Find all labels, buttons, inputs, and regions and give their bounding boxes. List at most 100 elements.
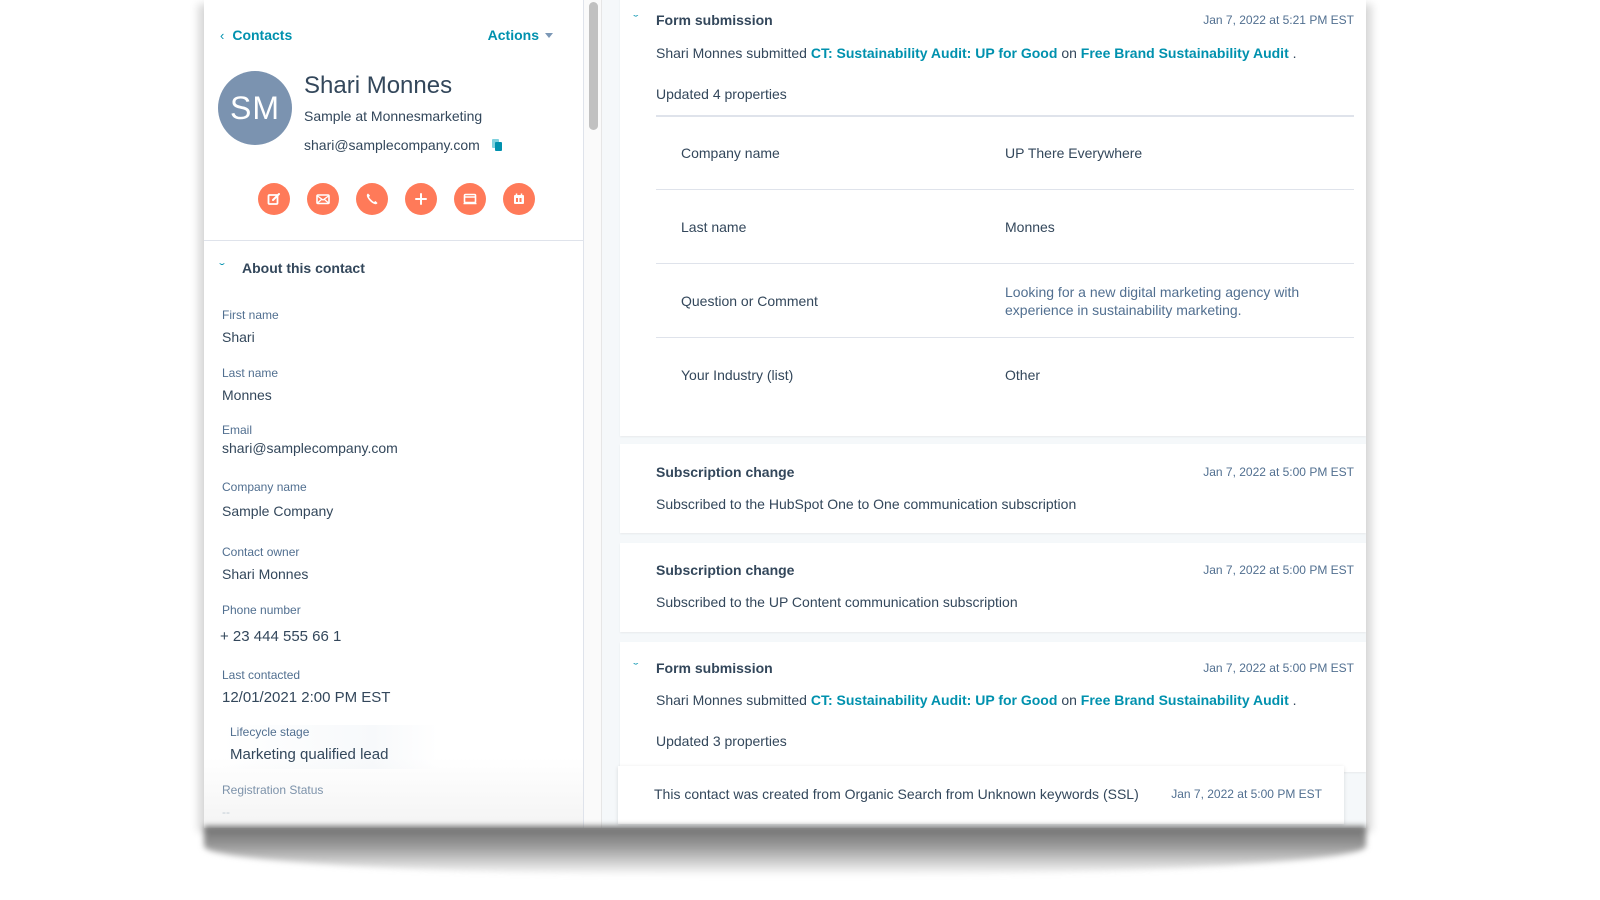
card-timestamp: Jan 7, 2022 at 5:00 PM EST xyxy=(1203,563,1354,577)
about-section-toggle[interactable]: ˇ About this contact xyxy=(219,260,365,276)
property-label: Last contacted xyxy=(222,668,301,682)
property-last-contacted[interactable]: Last contacted 12/01/2021 2:00 PM EST xyxy=(222,668,390,706)
property-label: Company name xyxy=(222,480,307,494)
email-button[interactable] xyxy=(307,183,339,215)
scrollbar-thumb[interactable] xyxy=(589,2,598,130)
card-description: Subscribed to the HubSpot One to One com… xyxy=(656,496,1077,512)
email-icon xyxy=(316,194,330,205)
property-label: Last name xyxy=(222,366,279,380)
card-title: Form submission xyxy=(656,12,773,28)
calendar-icon xyxy=(514,193,524,204)
table-row: Last name Monnes xyxy=(656,189,1354,263)
card-description: Shari Monnes submitted CT: Sustainabilit… xyxy=(656,45,1354,61)
property-label: Contact owner xyxy=(222,545,300,559)
card-timestamp: Jan 7, 2022 at 5:00 PM EST xyxy=(1203,465,1354,479)
back-to-contacts-link[interactable]: ‹ Contacts xyxy=(220,27,292,43)
card-header: Form submission Jan 7, 2022 at 5:00 PM E… xyxy=(656,660,1354,676)
property-label: Registration Status xyxy=(222,783,324,797)
submitter-text: Shari Monnes submitted xyxy=(656,45,807,61)
updated-properties-table: Company name UP There Everywhere Last na… xyxy=(656,115,1354,411)
card-description: Subscribed to the UP Content communicati… xyxy=(656,594,1018,610)
phone-icon xyxy=(366,193,378,205)
screen-icon xyxy=(463,193,477,205)
property-value: 12/01/2021 2:00 PM EST xyxy=(222,689,391,706)
contact-name: Shari Monnes xyxy=(304,72,453,99)
period-text: . xyxy=(1292,692,1297,708)
task-button[interactable] xyxy=(454,183,486,215)
property-value: Marketing qualified lead xyxy=(230,746,389,763)
property-label: First name xyxy=(222,308,279,322)
timeline-card-subscription-change: Subscription change Jan 7, 2022 at 5:00 … xyxy=(620,444,1366,533)
copy-icon[interactable] xyxy=(491,139,502,151)
contact-record-window: ‹ Contacts Actions SM Shari Monnes Sampl… xyxy=(204,0,1366,828)
table-row: Company name UP There Everywhere xyxy=(656,115,1354,189)
meeting-button[interactable] xyxy=(503,183,535,215)
property-contact-owner[interactable]: Contact owner Shari Monnes xyxy=(222,545,308,582)
submitter-text: Shari Monnes submitted xyxy=(656,692,807,708)
property-value: + 23 444 555 66 1 xyxy=(220,628,342,645)
property-key: Your Industry (list) xyxy=(681,366,794,383)
card-header: This contact was created from Organic Se… xyxy=(654,786,1322,802)
card-title: Subscription change xyxy=(656,562,795,578)
timeline-card-contact-created: This contact was created from Organic Se… xyxy=(618,766,1344,824)
about-section-title: About this contact xyxy=(242,260,365,276)
on-text: on xyxy=(1061,692,1077,708)
card-header: Subscription change Jan 7, 2022 at 5:00 … xyxy=(656,562,1354,578)
property-company-name[interactable]: Company name Sample Company xyxy=(222,480,333,519)
timeline-card-form-submission: ˇ Form submission Jan 7, 2022 at 5:00 PM… xyxy=(620,642,1366,772)
chevron-down-icon: ˇ xyxy=(219,261,225,275)
updated-properties-count: Updated 3 properties xyxy=(656,733,787,749)
property-value: Sample Company xyxy=(222,503,334,519)
property-value: shari@samplecompany.com xyxy=(222,440,398,456)
edit-icon xyxy=(267,193,280,205)
property-value: Shari xyxy=(222,329,255,345)
contact-email: shari@samplecompany.com xyxy=(304,137,480,153)
timeline-card-form-submission: ˇ Form submission Jan 7, 2022 at 5:21 PM… xyxy=(620,0,1366,436)
plus-icon xyxy=(415,193,427,205)
chevron-down-icon[interactable]: ˇ xyxy=(633,14,638,26)
contact-job-title: Sample at Monnesmarketing xyxy=(304,108,483,124)
property-first-name[interactable]: First name Shari xyxy=(222,308,279,345)
note-button[interactable] xyxy=(258,183,290,215)
timeline-card-subscription-change: Subscription change Jan 7, 2022 at 5:00 … xyxy=(620,543,1366,632)
call-button[interactable] xyxy=(356,183,388,215)
property-value: UP There Everywhere xyxy=(1005,145,1143,161)
on-text: on xyxy=(1061,45,1077,61)
window-shadow xyxy=(204,826,1366,876)
chevron-down-icon[interactable]: ˇ xyxy=(633,662,638,674)
card-title: Form submission xyxy=(656,660,773,676)
action-buttons xyxy=(258,183,535,215)
sidebar-scrollbar[interactable] xyxy=(584,0,602,828)
table-row: Question or Comment Looking for a new di… xyxy=(656,263,1354,337)
actions-label: Actions xyxy=(487,27,539,43)
form-link[interactable]: CT: Sustainability Audit: UP for Good xyxy=(811,692,1058,708)
card-timestamp: Jan 7, 2022 at 5:21 PM EST xyxy=(1203,13,1354,27)
page-link[interactable]: Free Brand Sustainability Audit xyxy=(1081,45,1289,61)
table-row: Your Industry (list) Other xyxy=(656,337,1354,411)
card-timestamp: Jan 7, 2022 at 5:00 PM EST xyxy=(1171,787,1322,801)
activity-timeline: ˇ Form submission Jan 7, 2022 at 5:21 PM… xyxy=(604,0,1366,828)
period-text: . xyxy=(1292,45,1297,61)
page-link[interactable]: Free Brand Sustainability Audit xyxy=(1081,692,1289,708)
card-header: Form submission Jan 7, 2022 at 5:21 PM E… xyxy=(656,12,1354,28)
sidebar-topbar: ‹ Contacts Actions xyxy=(220,24,553,46)
property-label: Email xyxy=(222,423,253,437)
property-value: -- xyxy=(222,805,230,819)
property-last-name[interactable]: Last name Monnes xyxy=(222,366,278,403)
log-activity-button[interactable] xyxy=(405,183,437,215)
property-registration-status[interactable]: Registration Status -- xyxy=(222,783,323,819)
property-key: Last name xyxy=(681,218,747,235)
contact-sidebar: ‹ Contacts Actions SM Shari Monnes Sampl… xyxy=(204,0,584,828)
card-description: Shari Monnes submitted CT: Sustainabilit… xyxy=(656,692,1354,708)
card-description: This contact was created from Organic Se… xyxy=(654,786,1139,802)
card-timestamp: Jan 7, 2022 at 5:00 PM EST xyxy=(1203,661,1354,675)
actions-dropdown[interactable]: Actions xyxy=(488,27,553,43)
property-label: Lifecycle stage xyxy=(230,725,310,739)
property-lifecycle-stage[interactable]: Lifecycle stage Marketing qualified lead xyxy=(222,725,438,769)
property-value: Other xyxy=(1005,366,1041,383)
form-link[interactable]: CT: Sustainability Audit: UP for Good xyxy=(811,45,1058,61)
property-phone-number[interactable]: Phone number + 23 444 555 66 1 xyxy=(220,603,342,645)
card-header: Subscription change Jan 7, 2022 at 5:00 … xyxy=(656,464,1354,480)
property-email[interactable]: Email shari@samplecompany.com xyxy=(222,423,398,456)
caret-down-icon xyxy=(545,32,553,38)
